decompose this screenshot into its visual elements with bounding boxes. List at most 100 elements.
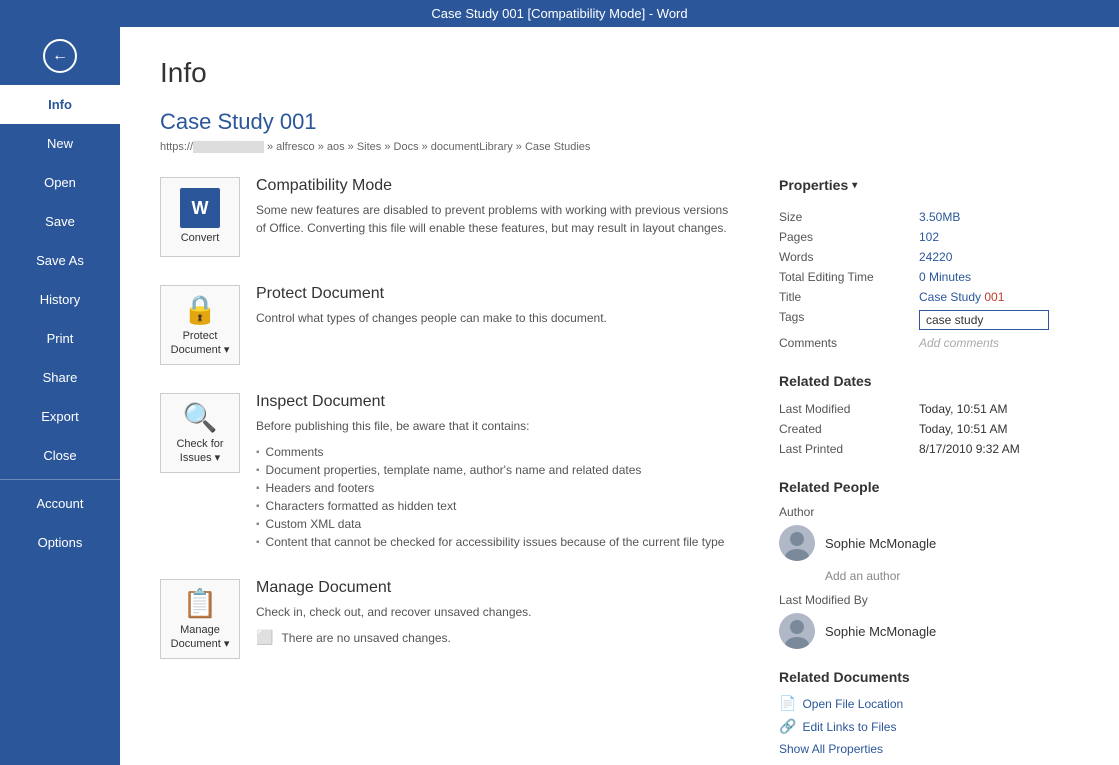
protect-content: Protect Document Control what types of c… — [256, 285, 739, 327]
add-comment-text[interactable]: Add comments — [919, 336, 999, 350]
properties-panel: Properties ▾ Size 3.50MB Pages 102 Words… — [779, 177, 1079, 765]
related-people-header: Related People — [779, 479, 1079, 495]
inspect-content: Inspect Document Before publishing this … — [256, 393, 739, 551]
date-value-printed: 8/17/2010 9:32 AM — [919, 439, 1079, 459]
author-label: Author — [779, 505, 1079, 519]
protect-icon: 🔒 — [183, 293, 218, 326]
edit-links-text: Edit Links to Files — [802, 720, 896, 734]
open-file-icon: 📄 — [779, 695, 796, 712]
sidebar: ← Info New Open Save Save As History Pri… — [0, 27, 120, 765]
sidebar-item-history[interactable]: History — [0, 280, 120, 319]
date-label-printed: Last Printed — [779, 439, 919, 459]
protect-section: 🔒 ProtectDocument ▾ Protect Document Con… — [160, 285, 739, 365]
properties-title: Properties — [779, 177, 848, 193]
inspect-list: Comments Document properties, template n… — [256, 443, 739, 551]
sections-row: W Convert Compatibility Mode Some new fe… — [160, 177, 1079, 765]
inspect-button[interactable]: 🔍 Check forIssues ▾ — [160, 393, 240, 473]
word-icon: W — [180, 188, 220, 228]
show-all-properties-link[interactable]: Show All Properties — [779, 742, 883, 756]
add-author-link[interactable]: Add an author — [825, 569, 1079, 583]
properties-header: Properties ▾ — [779, 177, 1079, 193]
open-file-text: Open File Location — [802, 697, 903, 711]
compatibility-desc: Some new features are disabled to preven… — [256, 201, 739, 237]
protect-label: ProtectDocument ▾ — [171, 330, 230, 356]
related-dates-section: Related Dates Last Modified Today, 10:51… — [779, 373, 1079, 459]
date-row-printed: Last Printed 8/17/2010 9:32 AM — [779, 439, 1079, 459]
list-item: Characters formatted as hidden text — [256, 497, 739, 515]
protect-button[interactable]: 🔒 ProtectDocument ▾ — [160, 285, 240, 365]
related-people-section: Related People Author Sophie McMonagle — [779, 479, 1079, 649]
back-button[interactable]: ← — [0, 27, 120, 85]
sidebar-item-account[interactable]: Account — [0, 484, 120, 523]
prop-row-editing-time: Total Editing Time 0 Minutes — [779, 267, 1079, 287]
sidebar-item-print[interactable]: Print — [0, 319, 120, 358]
sidebar-item-share[interactable]: Share — [0, 358, 120, 397]
last-modified-by-label: Last Modified By — [779, 593, 1079, 607]
prop-label-words: Words — [779, 247, 919, 267]
doc-title: Case Study 001 — [160, 109, 1079, 135]
inspect-label: Check forIssues ▾ — [176, 438, 223, 464]
related-docs-header: Related Documents — [779, 669, 1079, 685]
prop-row-tags: Tags — [779, 307, 1079, 333]
page-title: Info — [160, 57, 1079, 89]
prop-value-editing-time: 0 Minutes — [919, 267, 1079, 287]
properties-chevron-icon: ▾ — [852, 180, 857, 191]
prop-row-comments: Comments Add comments — [779, 333, 1079, 353]
sidebar-item-new[interactable]: New — [0, 124, 120, 163]
date-value-modified: Today, 10:51 AM — [919, 399, 1079, 419]
prop-value-words: 24220 — [919, 247, 1079, 267]
sidebar-item-close[interactable]: Close — [0, 436, 120, 475]
prop-row-size: Size 3.50MB — [779, 207, 1079, 227]
title-bar-text: Case Study 001 [Compatibility Mode] - Wo… — [431, 6, 687, 21]
open-file-location-link[interactable]: 📄 Open File Location — [779, 695, 1079, 712]
edit-links-icon: 🔗 — [779, 718, 796, 735]
back-circle-icon: ← — [43, 39, 77, 73]
prop-value-title: Case Study 001 — [919, 287, 1079, 307]
prop-label-comments: Comments — [779, 333, 919, 353]
author-row: Sophie McMonagle — [779, 525, 1079, 561]
edit-links-link[interactable]: 🔗 Edit Links to Files — [779, 718, 1079, 735]
date-label-modified: Last Modified — [779, 399, 919, 419]
list-item: Content that cannot be checked for acces… — [256, 533, 739, 551]
last-modified-avatar — [779, 613, 815, 649]
prop-row-title: Title Case Study 001 — [779, 287, 1079, 307]
prop-label-title: Title — [779, 287, 919, 307]
title-bar: Case Study 001 [Compatibility Mode] - Wo… — [0, 0, 1119, 27]
sidebar-item-info[interactable]: Info — [0, 85, 120, 124]
list-item: Headers and footers — [256, 479, 739, 497]
compatibility-content: Compatibility Mode Some new features are… — [256, 177, 739, 237]
list-item: Document properties, template name, auth… — [256, 461, 739, 479]
prop-value-comments: Add comments — [919, 333, 1079, 353]
date-label-created: Created — [779, 419, 919, 439]
sidebar-item-open[interactable]: Open — [0, 163, 120, 202]
properties-table: Size 3.50MB Pages 102 Words 24220 Total … — [779, 207, 1079, 353]
convert-label: Convert — [181, 232, 220, 245]
protect-heading: Protect Document — [256, 285, 739, 303]
doc-path: https://██████████ » alfresco » aos » Si… — [160, 141, 1079, 153]
prop-value-pages: 102 — [919, 227, 1079, 247]
list-item: Custom XML data — [256, 515, 739, 533]
related-dates-table: Last Modified Today, 10:51 AM Created To… — [779, 399, 1079, 459]
date-row-created: Created Today, 10:51 AM — [779, 419, 1079, 439]
compatibility-section: W Convert Compatibility Mode Some new fe… — [160, 177, 739, 257]
sections-left: W Convert Compatibility Mode Some new fe… — [160, 177, 779, 765]
title-val-blue: Case Study — [919, 290, 984, 304]
protect-desc: Control what types of changes people can… — [256, 309, 739, 327]
manage-icon: 📋 — [183, 587, 218, 620]
convert-button[interactable]: W Convert — [160, 177, 240, 257]
no-changes-icon: ⬜ — [256, 629, 273, 646]
doc-path-text: https://██████████ » alfresco » aos » Si… — [160, 141, 590, 153]
related-dates-header: Related Dates — [779, 373, 1079, 389]
prop-label-size: Size — [779, 207, 919, 227]
tags-input[interactable] — [919, 310, 1049, 330]
sidebar-item-save[interactable]: Save — [0, 202, 120, 241]
manage-button[interactable]: 📋 ManageDocument ▾ — [160, 579, 240, 659]
sidebar-item-export[interactable]: Export — [0, 397, 120, 436]
inspect-desc: Before publishing this file, be aware th… — [256, 417, 739, 435]
sidebar-item-options[interactable]: Options — [0, 523, 120, 562]
prop-label-pages: Pages — [779, 227, 919, 247]
prop-row-pages: Pages 102 — [779, 227, 1079, 247]
manage-content: Manage Document Check in, check out, and… — [256, 579, 739, 646]
prop-value-size: 3.50MB — [919, 207, 1079, 227]
sidebar-item-save-as[interactable]: Save As — [0, 241, 120, 280]
